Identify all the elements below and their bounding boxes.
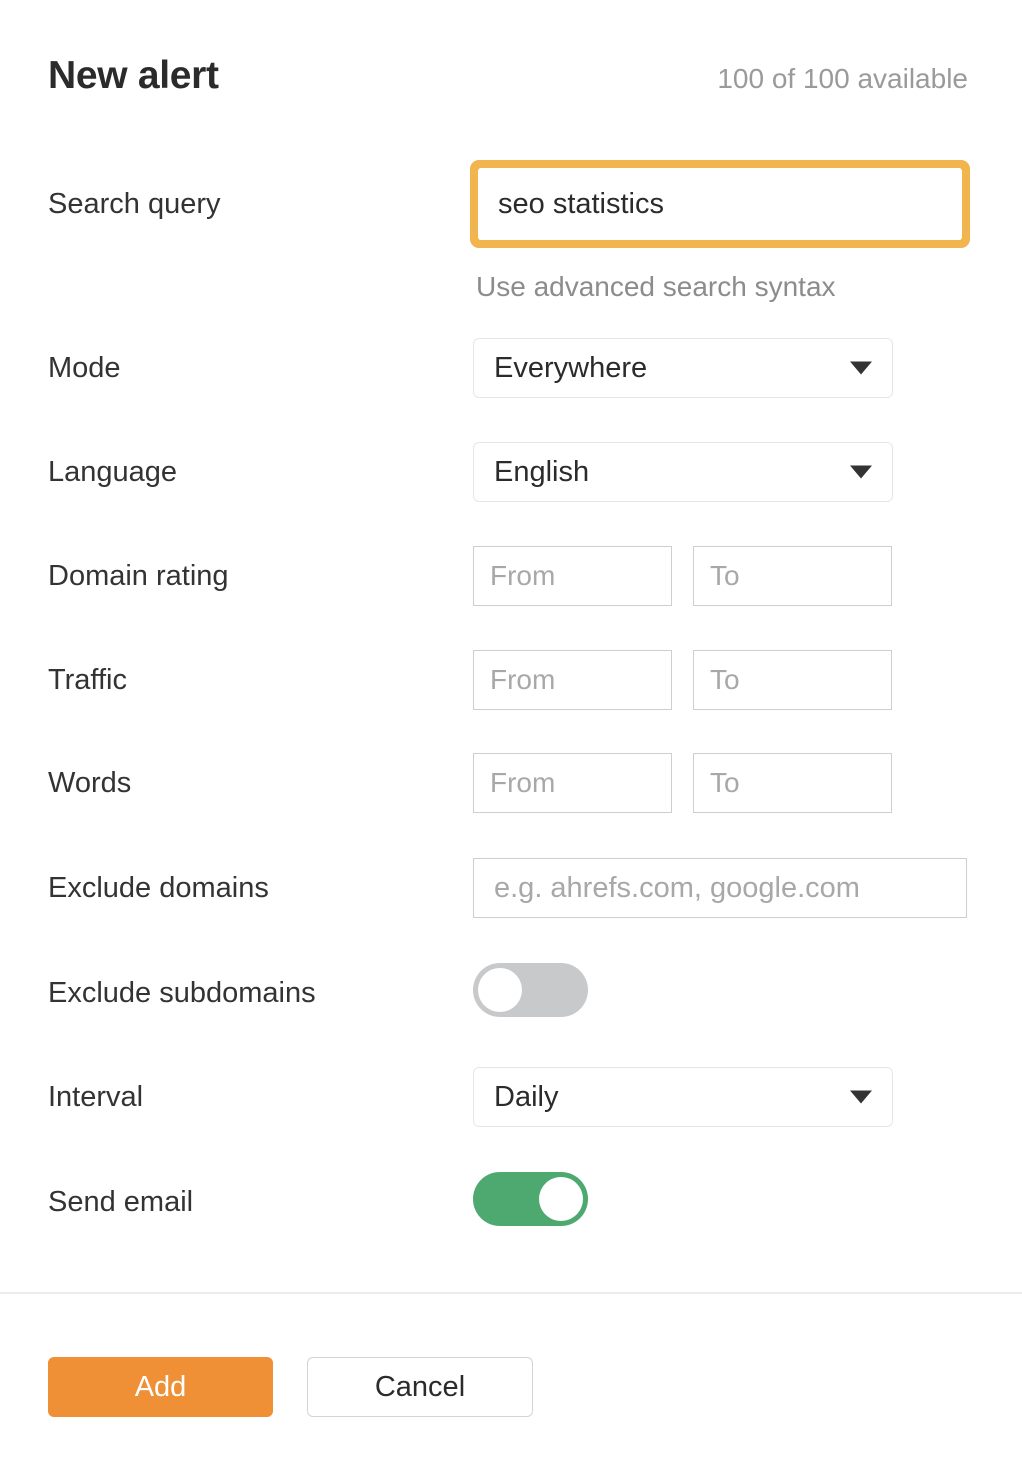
traffic-from-input[interactable] <box>473 650 672 710</box>
words-to-input[interactable] <box>693 753 892 813</box>
dialog-footer: Add Cancel <box>48 1357 533 1417</box>
exclude-subdomains-control <box>473 963 588 1017</box>
label-mode: Mode <box>48 352 121 384</box>
form-row-mode: Mode Everywhere <box>0 338 1022 398</box>
form-row-interval: Interval Daily <box>0 1067 1022 1127</box>
label-exclude-domains: Exclude domains <box>48 872 269 904</box>
form-row-send-email: Send email <box>0 1172 1022 1232</box>
domain-rating-to-input[interactable] <box>693 546 892 606</box>
new-alert-dialog: New alert 100 of 100 available Search qu… <box>0 0 1022 1476</box>
exclude-domains-control <box>473 858 967 918</box>
traffic-control <box>473 650 893 710</box>
chevron-down-icon <box>850 465 872 479</box>
language-select-value: English <box>494 455 590 488</box>
cancel-button[interactable]: Cancel <box>307 1357 533 1417</box>
toggle-knob-icon <box>539 1177 583 1221</box>
label-send-email: Send email <box>48 1186 194 1218</box>
domain-rating-from-input[interactable] <box>473 546 672 606</box>
words-from-input[interactable] <box>473 753 672 813</box>
footer-divider <box>0 1292 1022 1294</box>
search-input[interactable] <box>478 168 962 240</box>
language-control: English <box>473 442 893 502</box>
mode-control: Everywhere <box>473 338 893 398</box>
page-title: New alert <box>48 54 219 97</box>
search-syntax-hint[interactable]: Use advanced search syntax <box>476 271 836 303</box>
form-row-domain-rating: Domain rating <box>0 546 1022 606</box>
traffic-to-input[interactable] <box>693 650 892 710</box>
mode-select-value: Everywhere <box>494 351 648 384</box>
label-search-query: Search query <box>48 188 221 220</box>
label-language: Language <box>48 456 178 488</box>
form-row-words: Words <box>0 753 1022 813</box>
traffic-range <box>473 650 893 710</box>
form-row-exclude-subdomains: Exclude subdomains <box>0 963 1022 1023</box>
domain-rating-range <box>473 546 893 606</box>
exclude-subdomains-toggle[interactable] <box>473 963 588 1017</box>
exclude-domains-input[interactable] <box>473 858 967 918</box>
form-row-language: Language English <box>0 442 1022 502</box>
search-input-wrapper <box>470 160 970 248</box>
chevron-down-icon <box>850 361 872 375</box>
send-email-toggle[interactable] <box>473 1172 588 1226</box>
label-interval: Interval <box>48 1081 144 1113</box>
label-words: Words <box>48 767 132 799</box>
interval-control: Daily <box>473 1067 893 1127</box>
words-control <box>473 753 893 813</box>
form-row-traffic: Traffic <box>0 650 1022 710</box>
form-row-exclude-domains: Exclude domains <box>0 858 1022 918</box>
form-row-search-query: Search query Use advanced search syntax <box>0 160 1022 302</box>
words-range <box>473 753 893 813</box>
label-domain-rating: Domain rating <box>48 560 229 592</box>
label-exclude-subdomains: Exclude subdomains <box>48 977 316 1009</box>
label-traffic: Traffic <box>48 664 127 696</box>
interval-select[interactable]: Daily <box>473 1067 893 1127</box>
language-select[interactable]: English <box>473 442 893 502</box>
quota-text: 100 of 100 available <box>717 63 968 94</box>
chevron-down-icon <box>850 1090 872 1104</box>
add-button[interactable]: Add <box>48 1357 273 1417</box>
domain-rating-control <box>473 546 893 606</box>
send-email-control <box>473 1172 588 1226</box>
dialog-header: New alert 100 of 100 available <box>48 54 968 110</box>
toggle-knob-icon <box>478 968 522 1012</box>
mode-select[interactable]: Everywhere <box>473 338 893 398</box>
interval-select-value: Daily <box>494 1080 559 1113</box>
